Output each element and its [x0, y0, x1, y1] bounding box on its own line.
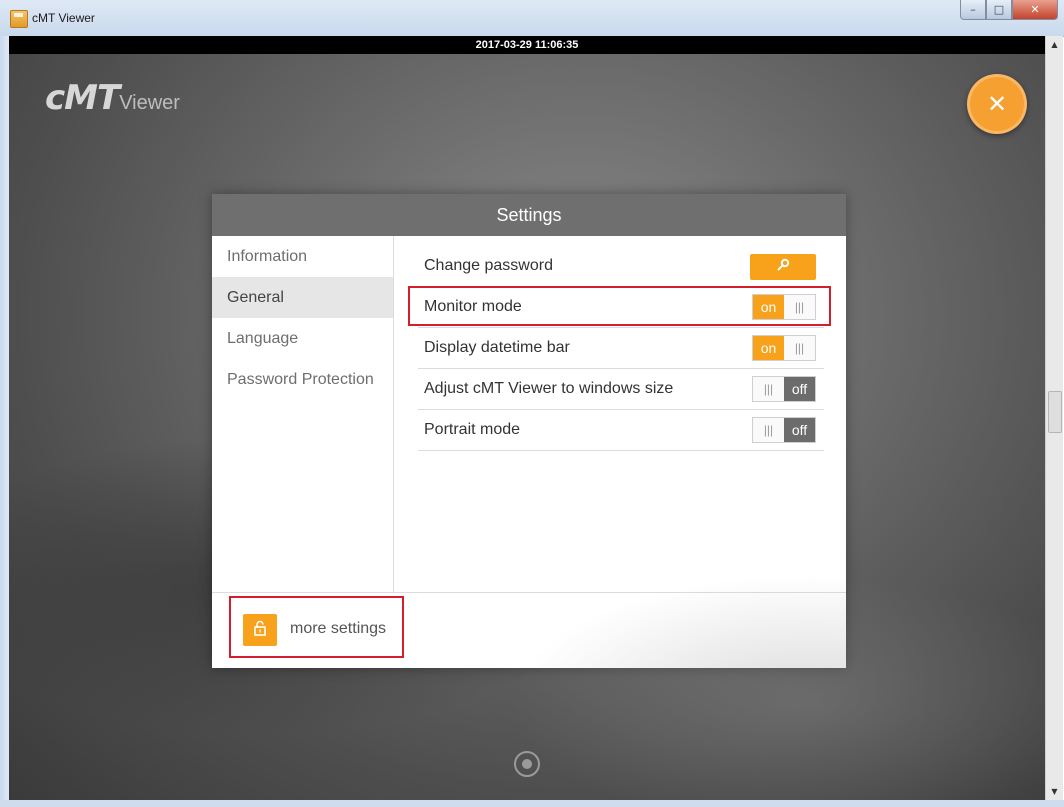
setting-row-adjust-window-size: Adjust cMT Viewer to windows size ||| of…	[418, 369, 824, 410]
setting-row-display-datetime-bar: Display datetime bar on |||	[418, 328, 824, 369]
toggle-on-label: on	[753, 336, 784, 360]
window-frame-bottom	[0, 800, 1064, 807]
settings-sidebar: Information General Language Password Pr…	[212, 236, 394, 592]
viewer-stage: cMTViewer ✕ Settings Information General…	[9, 54, 1045, 800]
window-titlebar: cMT Viewer – □ ✕	[0, 0, 1064, 37]
sidebar-item-general[interactable]: General	[212, 277, 393, 318]
setting-row-change-password: Change password	[418, 246, 824, 287]
adjust-window-size-toggle[interactable]: ||| off	[752, 376, 816, 402]
logo-main: cMT	[45, 78, 120, 118]
toggle-grip: |||	[753, 418, 784, 442]
setting-row-portrait-mode: Portrait mode ||| off	[418, 410, 824, 451]
minimize-button[interactable]: –	[960, 0, 986, 20]
sidebar-item-language[interactable]: Language	[212, 318, 393, 359]
app-icon	[10, 10, 28, 28]
window-frame-left	[0, 36, 9, 807]
close-settings-button[interactable]: ✕	[967, 74, 1027, 134]
sidebar-item-password-protection[interactable]: Password Protection	[212, 359, 393, 400]
display-datetime-bar-label: Display datetime bar	[424, 339, 570, 356]
change-password-button[interactable]	[750, 254, 816, 280]
toggle-off-label: off	[784, 418, 815, 442]
window-title: cMT Viewer	[32, 11, 95, 25]
adjust-window-size-label: Adjust cMT Viewer to windows size	[424, 380, 674, 397]
scroll-thumb[interactable]	[1048, 391, 1062, 433]
sidebar-item-information[interactable]: Information	[212, 236, 393, 277]
window-close-button[interactable]: ✕	[1012, 0, 1058, 20]
maximize-button[interactable]: □	[986, 0, 1012, 20]
datetime-bar: 2017-03-29 11:06:35	[9, 36, 1045, 54]
scroll-up-icon[interactable]: ▲	[1046, 36, 1063, 53]
scroll-down-icon[interactable]: ▼	[1046, 783, 1063, 800]
home-button[interactable]	[514, 751, 540, 777]
portrait-mode-toggle[interactable]: ||| off	[752, 417, 816, 443]
change-password-label: Change password	[424, 257, 553, 274]
display-datetime-bar-toggle[interactable]: on |||	[752, 335, 816, 361]
toggle-grip: |||	[753, 377, 784, 401]
cmt-viewer-logo: cMTViewer	[45, 78, 180, 118]
portrait-mode-label: Portrait mode	[424, 421, 521, 438]
monitor-mode-highlight	[408, 286, 831, 326]
logo-sub: Viewer	[119, 92, 180, 114]
toggle-grip: |||	[784, 336, 815, 360]
more-settings-highlight	[229, 596, 404, 658]
dialog-title: Settings	[212, 194, 846, 236]
close-icon: ✕	[986, 90, 1008, 118]
vertical-scrollbar[interactable]: ▲ ▼	[1045, 36, 1063, 800]
general-settings-list: Change password Monitor mode on ||| Disp…	[418, 246, 824, 451]
key-icon	[776, 258, 790, 276]
toggle-off-label: off	[784, 377, 815, 401]
